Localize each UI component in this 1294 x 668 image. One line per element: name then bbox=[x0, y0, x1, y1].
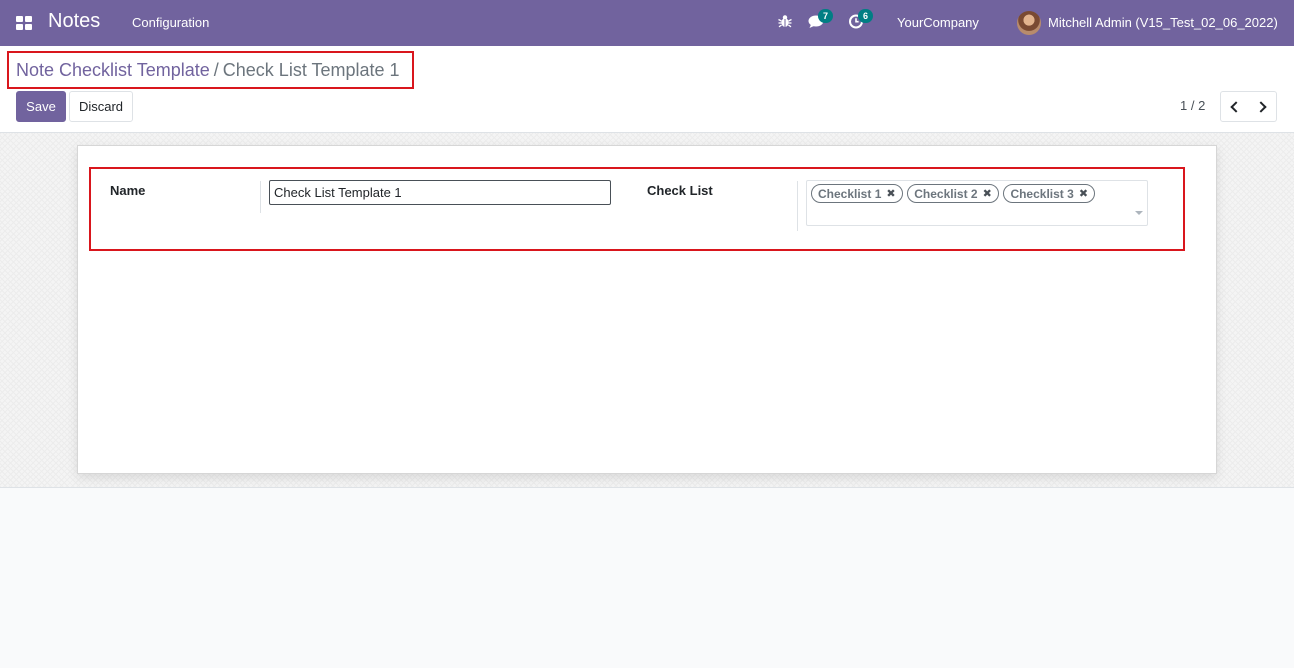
messages-count-badge: 7 bbox=[818, 9, 833, 23]
breadcrumb-current: Check List Template 1 bbox=[222, 59, 400, 80]
discard-button[interactable]: Discard bbox=[69, 91, 133, 122]
breadcrumb-separator: / bbox=[213, 59, 219, 80]
form-sheet: Name Check List Checklist 1 ✖ Checklist … bbox=[77, 145, 1217, 474]
menu-configuration[interactable]: Configuration bbox=[132, 15, 209, 30]
breadcrumb: Note Checklist Template / Check List Tem… bbox=[7, 51, 414, 89]
activities-count-badge: 6 bbox=[858, 9, 873, 23]
checklist-tag-label: Checklist 2 bbox=[914, 186, 978, 201]
pager-next-button[interactable] bbox=[1248, 91, 1277, 122]
remove-tag-icon[interactable]: ✖ bbox=[983, 187, 992, 200]
checklist-tag: Checklist 2 ✖ bbox=[907, 184, 999, 203]
chevron-left-icon bbox=[1230, 100, 1242, 113]
form-view-background: Name Check List Checklist 1 ✖ Checklist … bbox=[0, 133, 1294, 488]
debug-bug-icon[interactable] bbox=[777, 13, 797, 33]
chevron-right-icon bbox=[1254, 100, 1267, 113]
activities-clock-icon[interactable]: 6 bbox=[848, 9, 873, 33]
pager-previous-button[interactable] bbox=[1220, 91, 1249, 122]
checklist-tag-label: Checklist 3 bbox=[1010, 186, 1074, 201]
checklist-divider bbox=[797, 181, 798, 231]
checklist-tag: Checklist 1 ✖ bbox=[811, 184, 903, 203]
control-panel: Note Checklist Template / Check List Tem… bbox=[0, 46, 1294, 133]
name-label: Name bbox=[110, 183, 146, 198]
name-input[interactable] bbox=[269, 180, 611, 205]
pager-value[interactable]: 1 / 2 bbox=[1180, 98, 1205, 113]
remove-tag-icon[interactable]: ✖ bbox=[886, 187, 895, 200]
dropdown-caret-icon[interactable] bbox=[1135, 211, 1143, 215]
app-brand[interactable]: Notes bbox=[48, 10, 100, 33]
user-avatar[interactable] bbox=[1017, 11, 1041, 35]
checklist-tags-input[interactable]: Checklist 1 ✖ Checklist 2 ✖ Checklist 3 … bbox=[806, 180, 1148, 226]
top-navbar: Notes Configuration 7 6 YourCompany Mitc… bbox=[0, 0, 1294, 46]
checklist-label: Check List bbox=[647, 183, 713, 198]
name-divider bbox=[260, 181, 261, 213]
save-button[interactable]: Save bbox=[16, 91, 66, 122]
breadcrumb-parent-link[interactable]: Note Checklist Template bbox=[16, 60, 210, 81]
checklist-tag-label: Checklist 1 bbox=[818, 186, 882, 201]
company-switcher[interactable]: YourCompany bbox=[897, 15, 979, 30]
checklist-tag: Checklist 3 ✖ bbox=[1003, 184, 1096, 203]
apps-menu-icon[interactable] bbox=[16, 16, 32, 30]
remove-tag-icon[interactable]: ✖ bbox=[1079, 187, 1088, 200]
user-menu[interactable]: Mitchell Admin (V15_Test_02_06_2022) bbox=[1048, 15, 1278, 30]
messages-icon[interactable]: 7 bbox=[808, 9, 833, 33]
